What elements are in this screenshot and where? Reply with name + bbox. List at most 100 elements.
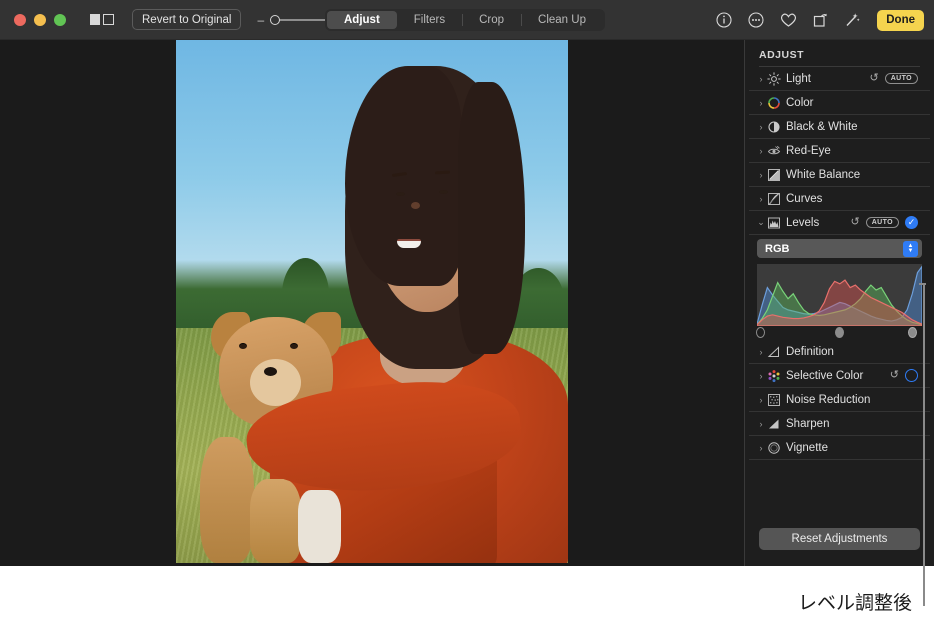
sidebar-item-selective-color[interactable]: › Selective Color ↺ bbox=[749, 364, 930, 388]
sidebar-item-white-balance[interactable]: › White Balance bbox=[749, 163, 930, 187]
vignette-circle-icon bbox=[767, 441, 781, 455]
auto-enhance-wand-icon[interactable] bbox=[843, 11, 861, 29]
chevron-right-icon[interactable]: › bbox=[755, 371, 767, 381]
levels-histogram-icon bbox=[767, 216, 781, 230]
sidebar-item-black-and-white-label: Black & White bbox=[786, 121, 918, 133]
sidebar-item-levels[interactable]: ⌄ Levels ↺ AUTO ✓ bbox=[749, 211, 930, 235]
chevron-right-icon[interactable]: › bbox=[755, 419, 767, 429]
zoom-slider-knob[interactable] bbox=[270, 15, 280, 25]
revert-to-original-button[interactable]: Revert to Original bbox=[132, 9, 241, 30]
sidebar-item-definition[interactable]: › Definition bbox=[749, 340, 930, 364]
rotate-icon[interactable] bbox=[811, 11, 829, 29]
levels-channel-row: RGB ▲ ▼ bbox=[745, 235, 934, 262]
sidebar-item-curves-label: Curves bbox=[786, 193, 918, 205]
levels-auto-badge[interactable]: AUTO bbox=[866, 217, 899, 228]
levels-histogram-chart[interactable] bbox=[757, 264, 922, 326]
tab-filters[interactable]: Filters bbox=[397, 11, 462, 29]
sidebar-item-sharpen[interactable]: › Sharpen bbox=[749, 412, 930, 436]
adjust-panel-title: ADJUST bbox=[745, 40, 934, 66]
chevron-right-icon[interactable]: › bbox=[755, 194, 767, 204]
reset-levels-icon[interactable]: ↺ bbox=[850, 217, 859, 228]
chevron-right-icon[interactable]: › bbox=[755, 170, 767, 180]
split-view-icon[interactable] bbox=[90, 14, 114, 25]
chevron-right-icon[interactable]: › bbox=[755, 347, 767, 357]
chevron-down-icon[interactable]: ⌄ bbox=[755, 217, 767, 228]
chevron-right-icon[interactable]: › bbox=[755, 98, 767, 108]
sidebar-item-color[interactable]: › Color bbox=[749, 91, 930, 115]
edit-mode-tabs: Adjust Filters Crop Clean Up bbox=[325, 9, 605, 31]
chevron-right-icon[interactable]: › bbox=[755, 74, 767, 84]
levels-controls: ↺ AUTO ✓ bbox=[850, 216, 918, 229]
minimize-window-button[interactable] bbox=[34, 14, 46, 26]
chevron-right-icon[interactable]: › bbox=[755, 122, 767, 132]
sidebar-item-vignette[interactable]: › Vignette bbox=[749, 436, 930, 460]
levels-slider-track[interactable] bbox=[757, 326, 922, 340]
sidebar-item-levels-label: Levels bbox=[786, 217, 850, 229]
sidebar-item-selective-color-label: Selective Color bbox=[786, 370, 890, 382]
toolbar: Revert to Original – + Adjust Filters C bbox=[0, 0, 934, 40]
sidebar-item-curves[interactable]: › Curves bbox=[749, 187, 930, 211]
zoom-out-icon[interactable]: – bbox=[257, 14, 264, 26]
photo-subject-smile bbox=[397, 239, 421, 248]
stepper-down-icon: ▼ bbox=[908, 249, 914, 254]
reset-selective-color-icon[interactable]: ↺ bbox=[890, 370, 899, 381]
reset-adjustments-button[interactable]: Reset Adjustments bbox=[759, 528, 920, 550]
reset-light-icon[interactable]: ↺ bbox=[869, 73, 878, 84]
tab-crop[interactable]: Crop bbox=[462, 11, 521, 29]
sidebar-item-light-label: Light bbox=[786, 73, 869, 85]
done-button[interactable]: Done bbox=[877, 10, 924, 31]
photo-dog-paw bbox=[250, 479, 301, 563]
adjust-sidebar: ADJUST › Light ↺ AUTO › bbox=[744, 40, 934, 566]
chevron-right-icon[interactable]: › bbox=[755, 146, 767, 156]
tab-clean-up[interactable]: Clean Up bbox=[521, 11, 603, 29]
levels-enabled-checkbox[interactable]: ✓ bbox=[905, 216, 918, 229]
sidebar-item-color-label: Color bbox=[786, 97, 918, 109]
sidebar-item-red-eye[interactable]: › Red-Eye bbox=[749, 139, 930, 163]
edited-photo[interactable] bbox=[176, 40, 568, 563]
levels-channel-stepper-icon[interactable]: ▲ ▼ bbox=[903, 241, 918, 257]
close-window-button[interactable] bbox=[14, 14, 26, 26]
histogram-svg bbox=[757, 264, 922, 326]
photo-subject-hair-side bbox=[458, 82, 525, 354]
selective-color-enabled-checkbox[interactable] bbox=[905, 369, 918, 382]
reset-adjustments-label: Reset Adjustments bbox=[792, 533, 888, 545]
selective-color-controls: ↺ bbox=[890, 369, 918, 382]
curves-icon bbox=[767, 192, 781, 206]
sidebar-item-light[interactable]: › Light ↺ AUTO bbox=[749, 67, 930, 91]
sidebar-item-definition-label: Definition bbox=[786, 346, 918, 358]
levels-white-point-handle[interactable] bbox=[908, 327, 917, 338]
photo-dog-chest-patch bbox=[298, 490, 341, 563]
brightness-sun-icon bbox=[767, 72, 781, 86]
callout-line bbox=[923, 283, 925, 606]
favorite-heart-icon[interactable] bbox=[779, 11, 797, 29]
definition-wedge-icon bbox=[767, 345, 781, 359]
levels-histogram-panel bbox=[745, 262, 934, 340]
revert-to-original-label: Revert to Original bbox=[142, 14, 231, 26]
photo-canvas[interactable] bbox=[0, 40, 744, 566]
chevron-right-icon[interactable]: › bbox=[755, 443, 767, 453]
levels-black-point-handle[interactable] bbox=[756, 327, 765, 338]
sharpen-triangle-icon bbox=[767, 417, 781, 431]
half-circle-icon bbox=[767, 120, 781, 134]
photo-subject-eye-left bbox=[396, 192, 405, 196]
photo-subject-eye-right bbox=[439, 190, 448, 194]
levels-midpoint-handle[interactable] bbox=[835, 327, 844, 338]
photo-dog-nose bbox=[264, 367, 277, 376]
sidebar-item-noise-reduction-label: Noise Reduction bbox=[786, 394, 918, 406]
zoom-window-button[interactable] bbox=[54, 14, 66, 26]
done-label: Done bbox=[886, 14, 915, 26]
sidebar-item-noise-reduction[interactable]: › Noise Reduction bbox=[749, 388, 930, 412]
sidebar-item-black-and-white[interactable]: › Black & White bbox=[749, 115, 930, 139]
app-window: Revert to Original – + Adjust Filters C bbox=[0, 0, 934, 566]
chevron-right-icon[interactable]: › bbox=[755, 395, 767, 405]
more-options-icon[interactable] bbox=[747, 11, 765, 29]
sidebar-item-vignette-label: Vignette bbox=[786, 442, 918, 454]
levels-channel-popup-button[interactable]: RGB ▲ ▼ bbox=[757, 239, 922, 258]
info-icon[interactable] bbox=[715, 11, 733, 29]
light-auto-badge[interactable]: AUTO bbox=[885, 73, 918, 84]
tab-adjust[interactable]: Adjust bbox=[327, 11, 397, 29]
tab-adjust-label: Adjust bbox=[344, 14, 380, 26]
zoom-slider-track[interactable] bbox=[270, 14, 332, 26]
white-balance-icon bbox=[767, 168, 781, 182]
callout-caption: レベル調整後 bbox=[752, 588, 912, 615]
